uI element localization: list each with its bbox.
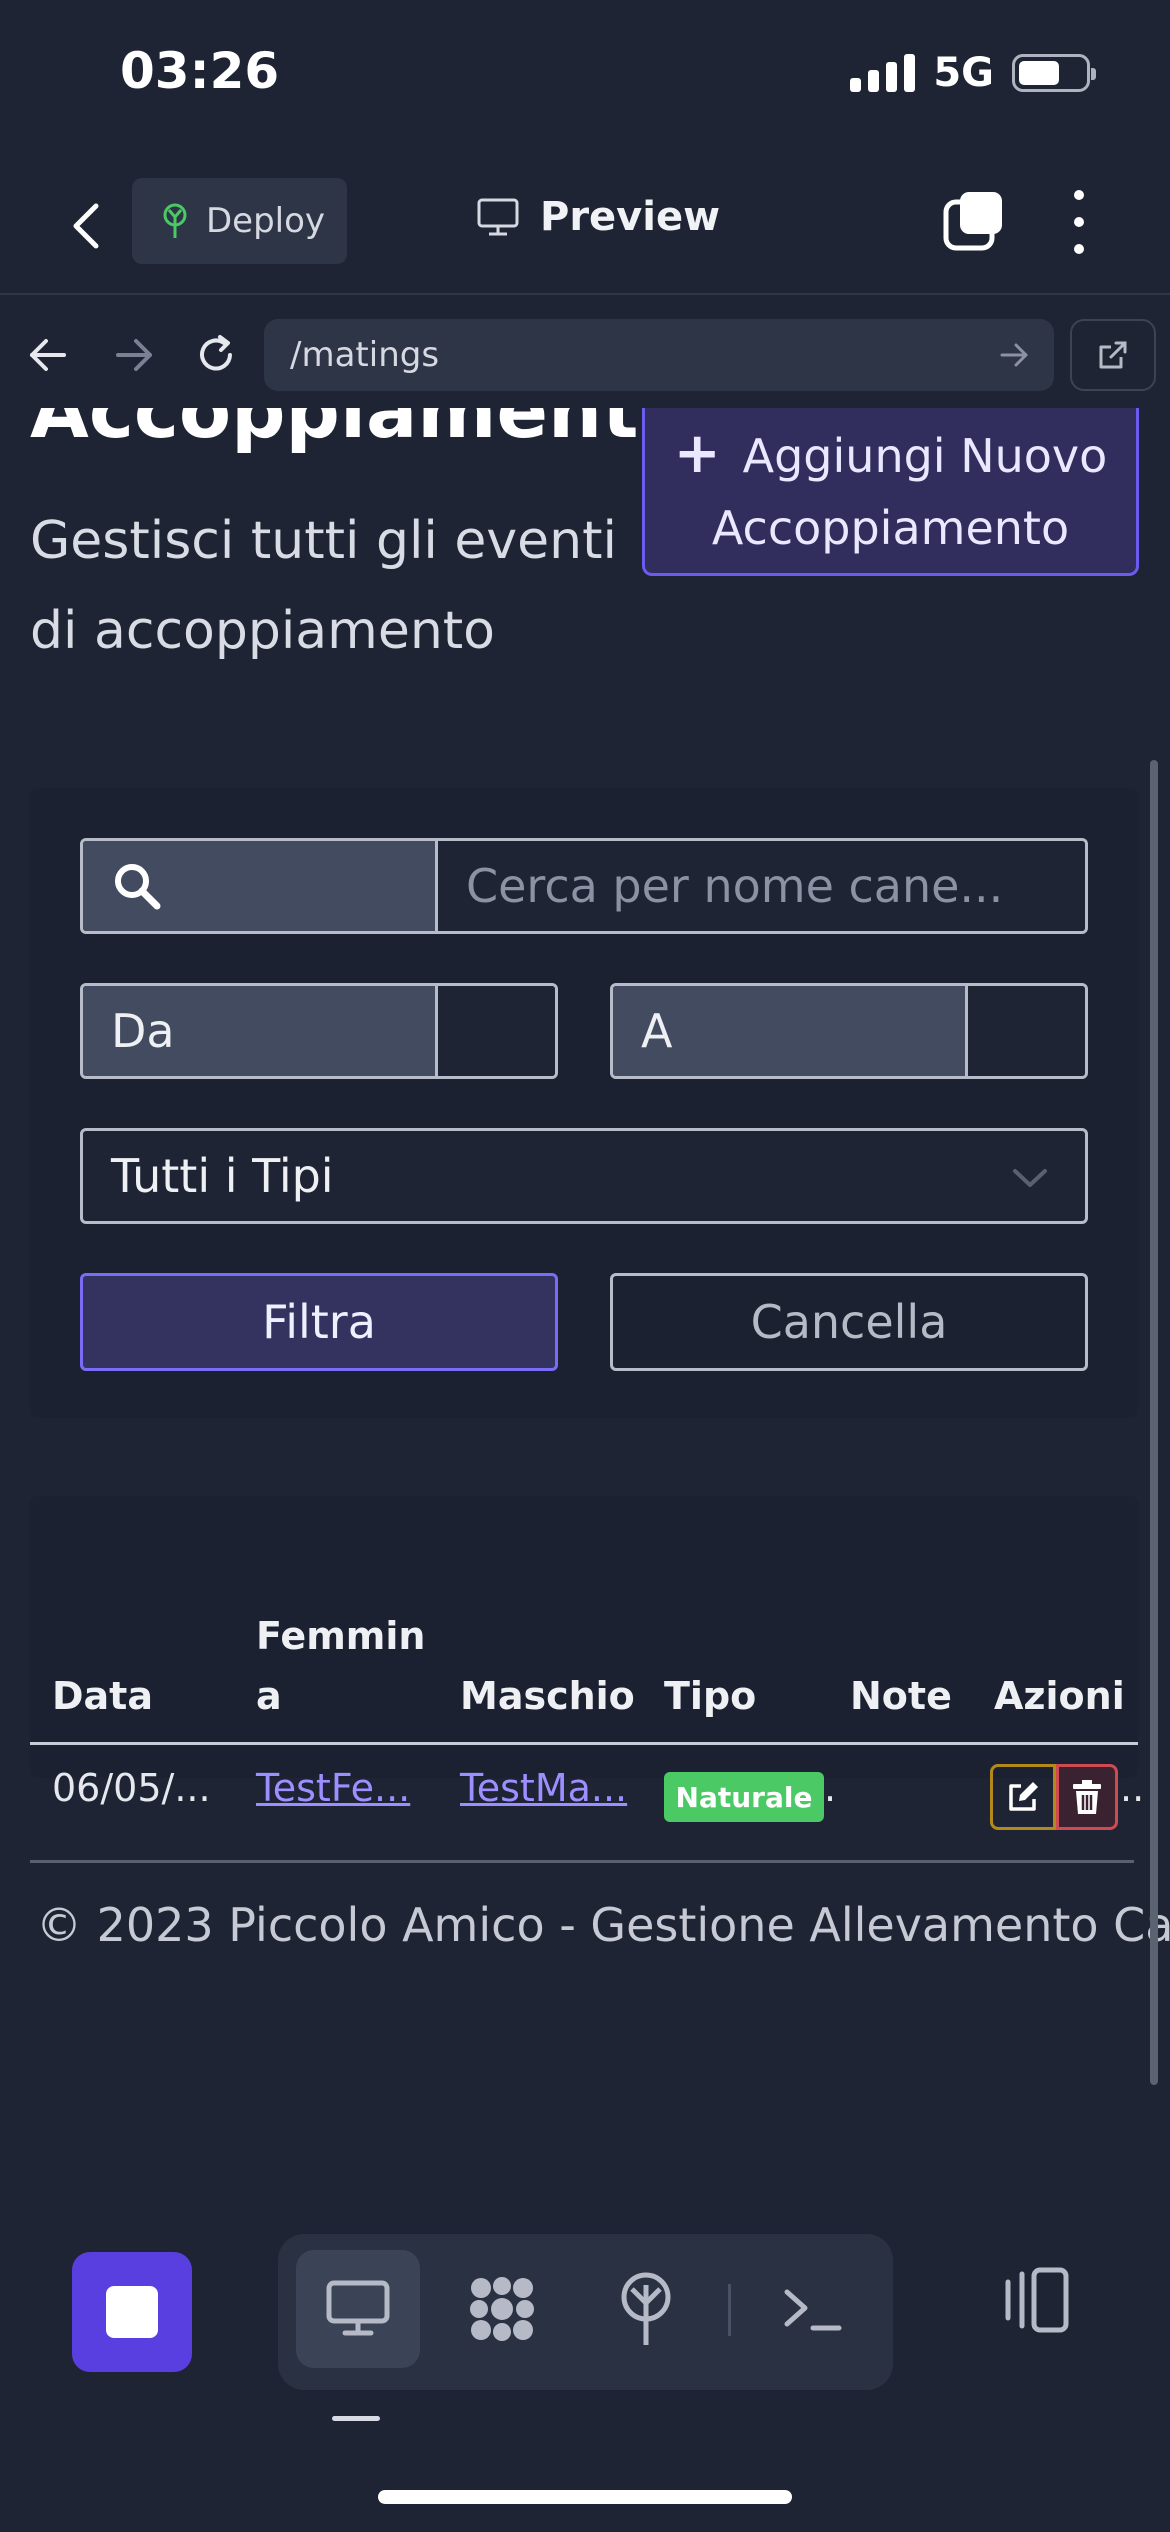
reload-icon[interactable]	[194, 333, 238, 377]
tool-extensions-button[interactable]	[440, 2250, 564, 2368]
cell-actions-overflow: ..	[1120, 1766, 1145, 1810]
stop-button[interactable]	[72, 2252, 192, 2372]
status-time: 03:26	[120, 42, 280, 100]
scrollbar[interactable]	[1150, 760, 1158, 2085]
network-type: 5G	[933, 50, 994, 96]
add-button-line2: Accoppiamento	[711, 501, 1070, 555]
monitor-icon	[477, 198, 519, 236]
app-top-bar: Deploy Preview	[0, 170, 1170, 295]
col-header-actions: Azioni	[994, 1674, 1125, 1718]
battery-icon	[1012, 54, 1096, 92]
page-subtitle: Gestisci tutti gli eventi di accoppiamen…	[30, 511, 617, 661]
edit-button[interactable]	[990, 1764, 1056, 1830]
date-from-group: Da	[80, 983, 558, 1079]
filter-card: Cerca per nome cane... Da A Tutti i Tipi…	[30, 788, 1138, 1418]
tool-console-button[interactable]	[750, 2250, 874, 2368]
arrow-left-icon[interactable]	[26, 333, 70, 377]
edit-icon	[1009, 1782, 1038, 1811]
col-header-date[interactable]: Data	[52, 1666, 153, 1726]
side-panel-icon[interactable]	[1000, 2264, 1072, 2336]
open-external-button[interactable]	[1070, 319, 1156, 391]
cell-notes-overflow: .	[824, 1766, 837, 1810]
type-badge: Naturale	[664, 1772, 824, 1822]
add-button-line1: Aggiungi Nuovo	[742, 429, 1108, 483]
deploy-button[interactable]: Deploy	[132, 178, 347, 264]
stop-icon	[106, 2286, 158, 2338]
tabs-icon[interactable]	[942, 188, 1006, 252]
tool-deploy-button[interactable]	[584, 2250, 708, 2368]
date-from-input[interactable]	[438, 986, 555, 1076]
home-indicator[interactable]	[378, 2490, 792, 2504]
signal-icon	[850, 54, 916, 92]
filter-button[interactable]: Filtra	[80, 1273, 558, 1371]
url-input[interactable]: /matings	[264, 319, 1054, 391]
col-header-notes[interactable]: Note	[850, 1666, 952, 1726]
app-screen: 03:26 5G Deploy Preview /matings Accoppi…	[0, 0, 1170, 2532]
cancel-button[interactable]: Cancella	[610, 1273, 1088, 1371]
status-indicators: 5G	[850, 50, 1096, 96]
date-from-label: Da	[83, 986, 438, 1076]
deploy-tree-icon	[163, 203, 187, 238]
search-icon	[115, 864, 161, 910]
arrow-right-icon[interactable]	[112, 333, 156, 377]
table-row-divider	[30, 1860, 1134, 1863]
date-to-group: A	[610, 983, 1088, 1079]
url-text: /matings	[290, 335, 440, 375]
chevron-left-icon[interactable]	[62, 196, 112, 256]
table-header-divider	[30, 1742, 1138, 1745]
cell-date: 06/05/...	[52, 1766, 211, 1810]
search-input[interactable]: Cerca per nome cane...	[438, 841, 1085, 931]
preview-label: Preview	[540, 194, 721, 240]
web-content: Accoppiamenti Gestisci tutti gli eventi …	[0, 408, 1170, 2108]
matings-table: Data Femmin a Maschio Tipo Note Azioni 0…	[30, 1496, 1144, 1863]
type-select-value: Tutti i Tipi	[111, 1149, 334, 1203]
type-select[interactable]: Tutti i Tipi	[80, 1128, 1088, 1224]
tool-group	[278, 2234, 893, 2390]
col-header-male[interactable]: Maschio	[460, 1666, 635, 1726]
terminal-icon	[784, 2289, 842, 2331]
active-tool-indicator	[332, 2416, 380, 2421]
add-mating-button[interactable]: + Aggiungi Nuovo Accoppiamento	[642, 408, 1139, 576]
page-title: Accoppiamenti	[30, 408, 665, 455]
deploy-label: Deploy	[206, 201, 326, 241]
plus-icon: +	[673, 421, 721, 486]
extensions-icon	[470, 2277, 534, 2341]
search-group: Cerca per nome cane...	[80, 838, 1088, 934]
tool-preview-button[interactable]	[296, 2250, 420, 2368]
cell-male-link[interactable]: TestMa...	[460, 1766, 627, 1810]
kebab-menu-icon[interactable]	[1066, 190, 1092, 254]
external-link-icon	[1099, 341, 1127, 369]
date-to-input[interactable]	[968, 986, 1085, 1076]
chevron-down-icon	[1013, 1169, 1047, 1187]
bottom-toolbar	[0, 2220, 1170, 2421]
search-addon	[83, 841, 438, 931]
col-header-female[interactable]: Femmin a	[256, 1606, 425, 1726]
browser-url-row: /matings	[0, 305, 1170, 405]
cell-female-link[interactable]: TestFe...	[256, 1766, 410, 1810]
url-go-icon[interactable]	[998, 339, 1030, 371]
delete-button[interactable]	[1056, 1764, 1118, 1830]
monitor-icon	[326, 2280, 390, 2336]
deploy-tree-icon	[621, 2272, 671, 2345]
footer-copyright: © 2023 Piccolo Amico - Gestione Allevame…	[36, 1898, 1170, 1952]
tool-separator	[728, 2284, 731, 2336]
date-to-label: A	[613, 986, 968, 1076]
col-header-type[interactable]: Tipo	[664, 1666, 756, 1726]
preview-tab[interactable]: Preview	[476, 194, 720, 240]
trash-icon	[1073, 1780, 1101, 1814]
col-header-female-line1: Femmin	[256, 1614, 426, 1658]
col-header-female-line2: a	[256, 1674, 282, 1718]
